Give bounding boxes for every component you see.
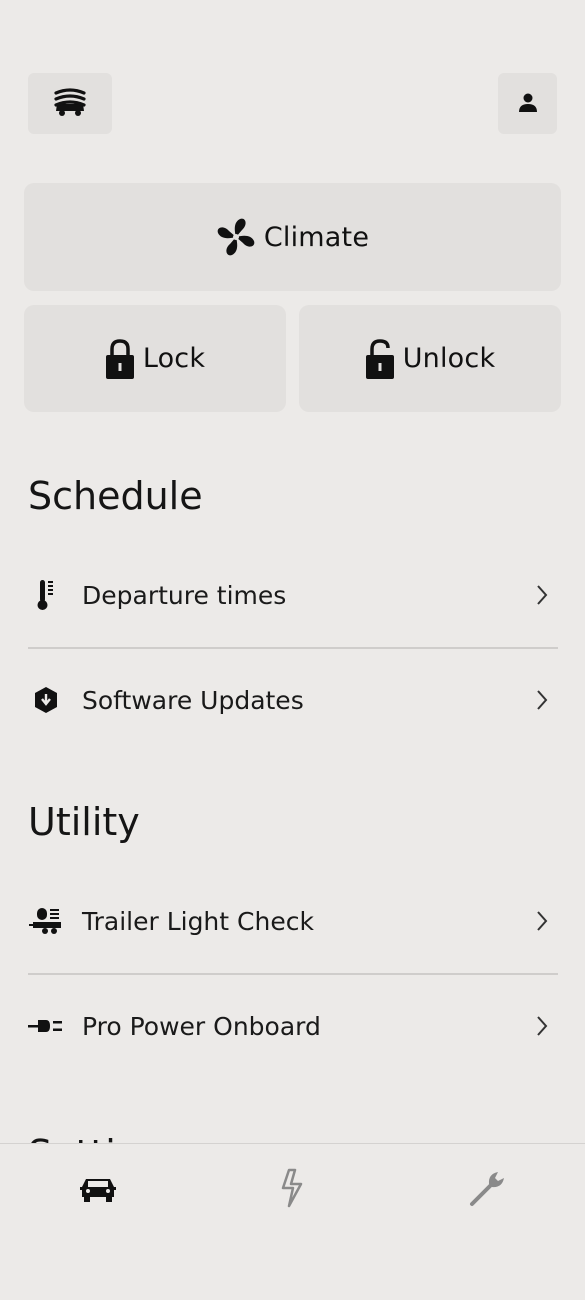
utility-heading: Utility <box>28 800 140 844</box>
power-plug-icon <box>28 1008 64 1044</box>
departure-times-row[interactable]: Departure times <box>28 543 558 647</box>
chevron-right-icon <box>530 909 554 933</box>
climate-label: Climate <box>263 221 370 253</box>
unlock-button[interactable]: Unlock <box>299 305 561 412</box>
lock-closed-icon <box>105 338 135 380</box>
unlock-label: Unlock <box>402 343 496 374</box>
trailer-light-check-row[interactable]: Trailer Light Check <box>28 869 558 973</box>
trailer-lights-icon <box>28 903 64 939</box>
software-updates-label: Software Updates <box>82 685 304 715</box>
chevron-right-icon <box>530 1014 554 1038</box>
pro-power-onboard-label: Pro Power Onboard <box>82 1011 321 1041</box>
vehicle-selector-button[interactable] <box>28 73 112 134</box>
person-icon <box>518 92 538 116</box>
nav-vehicle-tab[interactable] <box>68 1168 128 1212</box>
software-updates-row[interactable]: Software Updates <box>28 648 558 752</box>
app-screen: Climate Lock Unlock Schedule Departure t… <box>0 0 585 1300</box>
shield-download-icon <box>28 682 64 718</box>
departure-times-label: Departure times <box>82 580 287 610</box>
trailer-light-check-label: Trailer Light Check <box>82 906 314 936</box>
chevron-right-icon <box>530 688 554 712</box>
nav-energy-tab[interactable] <box>262 1168 322 1212</box>
lock-label: Lock <box>142 343 206 374</box>
nav-service-tab[interactable] <box>458 1168 518 1212</box>
wrench-icon <box>468 1168 508 1212</box>
car-icon <box>78 1173 118 1207</box>
climate-button[interactable]: Climate <box>24 183 561 291</box>
chevron-right-icon <box>530 583 554 607</box>
fan-icon <box>216 217 256 257</box>
schedule-heading: Schedule <box>28 474 203 518</box>
vehicle-selector-icon <box>53 87 87 121</box>
thermometer-icon <box>28 577 64 613</box>
profile-button[interactable] <box>498 73 557 134</box>
bottom-nav <box>0 1143 585 1300</box>
lock-open-icon <box>365 338 395 380</box>
lock-button[interactable]: Lock <box>24 305 286 412</box>
lightning-icon <box>277 1168 307 1212</box>
pro-power-onboard-row[interactable]: Pro Power Onboard <box>28 974 558 1078</box>
